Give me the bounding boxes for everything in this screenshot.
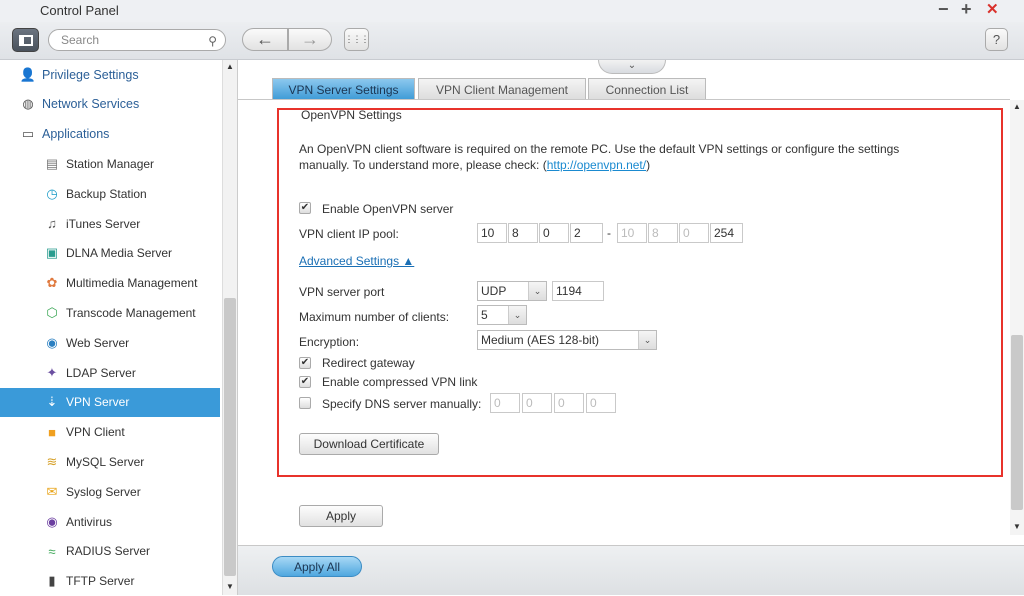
sidebar-item-label: Syslog Server bbox=[66, 484, 141, 499]
ldap-icon: ✦ bbox=[46, 364, 58, 380]
sidebar-item-web-server[interactable]: ◉ Web Server bbox=[0, 328, 220, 357]
vpn-client-icon: ■ bbox=[48, 424, 56, 440]
sidebar-item-label: MySQL Server bbox=[66, 454, 145, 469]
sidebar-item-tftp-server[interactable]: ▮ TFTP Server bbox=[0, 567, 220, 596]
search-placeholder: Search bbox=[61, 33, 100, 47]
sidebar-item-vpn-client[interactable]: ■ VPN Client bbox=[0, 418, 220, 447]
main-scrollbar[interactable]: ▲ ▼ bbox=[1010, 100, 1024, 535]
sidebar-item-label: iTunes Server bbox=[66, 216, 141, 231]
station-icon: ▤ bbox=[45, 155, 59, 171]
itunes-icon: ♫ bbox=[47, 216, 57, 231]
sidebar-item-label: DLNA Media Server bbox=[66, 246, 173, 261]
sidebar-item-label: Web Server bbox=[66, 335, 130, 350]
sidebar-item-station-manager[interactable]: ▤ Station Manager bbox=[0, 149, 220, 178]
user-icon: 👤 bbox=[19, 66, 37, 82]
sidebar-item-label: Multimedia Management bbox=[66, 276, 198, 291]
sidebar-item-backup-station[interactable]: ◷ Backup Station bbox=[0, 179, 220, 208]
inbox-icon: ▭ bbox=[21, 126, 35, 142]
tab-divider bbox=[238, 99, 1010, 100]
dlna-icon: ▣ bbox=[45, 245, 59, 261]
sidebar-item-label: Privilege Settings bbox=[42, 67, 139, 82]
vpn-server-icon: ⇣ bbox=[46, 394, 58, 410]
sidebar-item-label: Applications bbox=[42, 127, 110, 142]
sidebar-item-label: Antivirus bbox=[66, 514, 113, 529]
title-bar: Control Panel − + ✕ bbox=[0, 0, 1024, 22]
sidebar-item-syslog-server[interactable]: ✉ Syslog Server bbox=[0, 477, 220, 506]
sidebar-item-label: Network Services bbox=[42, 97, 140, 112]
sidebar-item-transcode-management[interactable]: ⬡ Transcode Management bbox=[0, 298, 220, 327]
sidebar-scrollbar[interactable]: ▲ ▼ bbox=[222, 60, 238, 595]
main-scroll-thumb[interactable] bbox=[1011, 335, 1023, 510]
syslog-icon: ✉ bbox=[46, 483, 58, 499]
apply-all-button[interactable]: Apply All bbox=[272, 556, 362, 577]
antivirus-icon: ◉ bbox=[46, 513, 58, 529]
sidebar-item-network-services[interactable]: ◍ Network Services bbox=[0, 90, 220, 119]
sidebar-toggle-button[interactable] bbox=[12, 28, 39, 52]
sidebar-item-ldap-server[interactable]: ✦ LDAP Server bbox=[0, 358, 220, 387]
search-icon[interactable]: ⚲ bbox=[208, 31, 217, 51]
sidebar-item-multimedia-management[interactable]: ✿ Multimedia Management bbox=[0, 269, 220, 298]
sidebar-item-label: VPN Server bbox=[66, 395, 130, 410]
collapse-toggle[interactable]: ⌄ bbox=[598, 60, 666, 74]
sidebar-item-label: TFTP Server bbox=[66, 574, 135, 589]
transcode-icon: ⬡ bbox=[46, 304, 58, 320]
sidebar-item-applications[interactable]: ▭ Applications bbox=[0, 120, 220, 149]
minimize-button[interactable]: − bbox=[938, 0, 949, 20]
web-icon: ◉ bbox=[46, 334, 58, 350]
backup-icon: ◷ bbox=[46, 185, 58, 201]
apply-button[interactable]: Apply bbox=[299, 505, 383, 527]
radius-icon: ≈ bbox=[48, 543, 56, 559]
chevron-down-icon: ⌄ bbox=[627, 60, 637, 71]
mysql-icon: ≋ bbox=[46, 453, 58, 469]
maximize-button[interactable]: + bbox=[961, 0, 972, 20]
forward-button[interactable]: → bbox=[288, 28, 332, 51]
help-button[interactable]: ? bbox=[985, 28, 1008, 51]
sidebar-scroll-thumb[interactable] bbox=[224, 298, 236, 576]
sidebar-item-radius-server[interactable]: ≈ RADIUS Server bbox=[0, 537, 220, 566]
sidebar-item-label: Backup Station bbox=[66, 186, 147, 201]
layout-icon bbox=[18, 34, 33, 46]
sidebar: 👤 Privilege Settings ◍ Network Services ▭ App… bbox=[0, 60, 222, 595]
sidebar-item-mysql-server[interactable]: ≋ MySQL Server bbox=[0, 447, 220, 476]
back-button[interactable]: ← bbox=[242, 28, 288, 51]
tab-vpn-server-settings[interactable]: VPN Server Settings bbox=[272, 78, 415, 100]
sidebar-item-label: Transcode Management bbox=[66, 305, 196, 320]
apps-button[interactable]: ⋮⋮⋮ bbox=[344, 28, 370, 51]
sidebar-item-label: LDAP Server bbox=[66, 365, 136, 380]
globe-icon: ◍ bbox=[22, 96, 34, 112]
highlight-box bbox=[277, 108, 1003, 477]
sidebar-item-antivirus[interactable]: ◉ Antivirus bbox=[0, 507, 220, 536]
tab-vpn-client-management[interactable]: VPN Client Management bbox=[418, 78, 586, 100]
sidebar-item-label: Station Manager bbox=[66, 156, 155, 171]
sidebar-item-itunes-server[interactable]: ♫ iTunes Server bbox=[0, 209, 220, 238]
search-input[interactable]: Search ⚲ bbox=[48, 29, 226, 51]
tftp-icon: ▮ bbox=[48, 573, 56, 589]
sidebar-item-label: VPN Client bbox=[66, 425, 125, 440]
sidebar-item-label: RADIUS Server bbox=[66, 544, 151, 559]
sidebar-item-vpn-server[interactable]: ⇣ VPN Server bbox=[0, 387, 220, 417]
sidebar-item-privilege-settings[interactable]: 👤 Privilege Settings bbox=[0, 60, 220, 89]
tab-connection-list[interactable]: Connection List bbox=[588, 78, 706, 100]
sidebar-item-dlna-media-server[interactable]: ▣ DLNA Media Server bbox=[0, 239, 220, 268]
close-button[interactable]: ✕ bbox=[986, 0, 999, 18]
multimedia-icon: ✿ bbox=[46, 275, 58, 291]
window-title: Control Panel bbox=[40, 3, 119, 18]
